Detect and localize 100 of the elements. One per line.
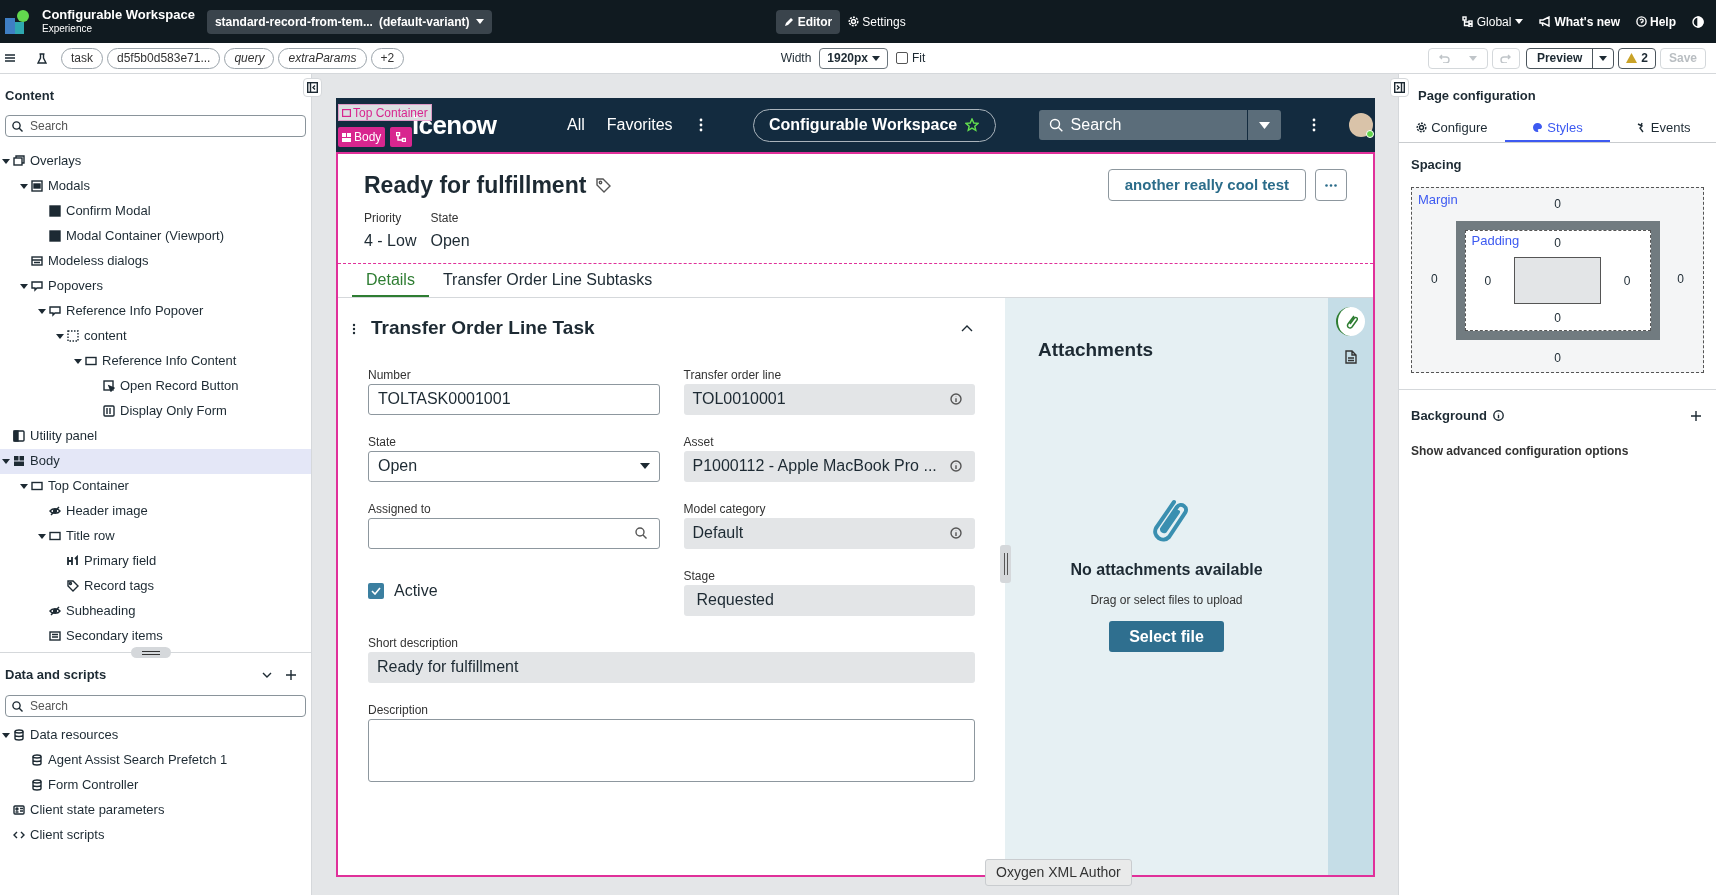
tree-item[interactable]: Record tags [0,573,311,599]
tree-item[interactable]: Top Container [0,473,311,499]
more-actions-button[interactable] [1315,169,1347,201]
padding-value[interactable]: 0 [1484,271,1492,290]
caret-icon [1599,55,1608,61]
tree-item[interactable]: Body [0,448,311,474]
info-icon[interactable] [950,460,962,472]
menu-icon[interactable] [5,54,15,62]
tab[interactable]: Configure [1399,115,1505,142]
tree-item[interactable]: Modeless dialogs [0,248,311,274]
lookup-field[interactable] [368,517,660,549]
tree-item[interactable]: Overlays [0,148,311,174]
search-field[interactable]: Search [5,694,306,717]
settings-button[interactable]: Settings [848,12,906,31]
contrast-icon[interactable] [1692,15,1704,28]
padding-value[interactable]: 0 [1623,271,1631,290]
padding-value[interactable]: 0 [1554,233,1561,252]
margin-value[interactable]: 0 [1554,195,1561,213]
select-file-button[interactable]: Select file [1109,621,1224,652]
attachments-button[interactable] [1336,306,1365,336]
select-field[interactable]: Open [368,450,660,482]
tree-item[interactable]: Open Record Button [0,373,311,399]
search-field[interactable]: Search [5,114,306,137]
tree-item[interactable]: Agent Assist Search Prefetch 1 [0,747,311,773]
solid-tree-icon [49,205,61,217]
tab[interactable]: Transfer Order Line Subtasks [428,264,667,297]
more-icon[interactable] [1311,118,1316,132]
section-title: Background [1411,407,1487,425]
margin-value[interactable]: 0 [1554,349,1561,367]
drag-handle-icon[interactable] [352,322,356,335]
empty-state-hint: Drag or select files to upload [1090,592,1243,609]
tree-item[interactable]: Popovers [0,273,311,299]
tree-item[interactable]: Display Only Form [0,398,311,424]
field-label: Assigned to [368,500,432,515]
params-tree-icon [13,804,25,816]
tag-icon[interactable] [596,177,612,193]
text-field[interactable]: TOLTASK0001001 [368,383,660,415]
caret-down-icon [38,307,46,315]
help-button[interactable]: Help [1636,12,1676,31]
editor-button[interactable]: Editor [775,9,841,34]
container-tree-icon [31,480,43,492]
flask-icon[interactable] [37,52,47,64]
tree-item[interactable]: content [0,323,311,349]
field-label: Short description [368,634,460,649]
add-icon[interactable] [1691,410,1701,421]
collapse-panel-button[interactable] [1390,78,1409,97]
hierarchy-button[interactable] [390,127,412,147]
search-field[interactable]: Search [1038,110,1247,140]
readonly-field: Default [683,517,975,549]
tree-item[interactable]: Primary field [0,548,311,574]
tree-item[interactable]: Data resources [0,722,311,748]
tree-item[interactable]: Confirm Modal [0,198,311,224]
avatar[interactable] [1348,113,1373,137]
padding-label: Padding [1471,231,1520,250]
textarea-field[interactable] [368,718,975,782]
tree-item[interactable]: Reference Info Content [0,348,311,374]
tree-item[interactable]: Modals [0,173,311,199]
scope-selector[interactable]: Global [1461,12,1524,31]
info-icon[interactable] [1492,410,1504,422]
width-select[interactable]: 1920px [819,47,889,69]
document-icon[interactable] [1344,349,1357,364]
layout-icon [342,132,351,142]
tree-item[interactable]: Subheading [0,598,311,624]
more-icon[interactable] [698,118,703,132]
collapse-panel-button[interactable] [303,78,322,97]
chevron-down-icon[interactable] [262,671,272,678]
advanced-options-link[interactable]: Show advanced configuration options [1411,441,1716,460]
tree-item[interactable]: Secondary items [0,623,311,649]
tab[interactable]: Details [352,264,429,297]
action-button[interactable]: another really cool test [1107,169,1306,201]
page-selector[interactable]: standard-record-from-tem... (default-variant) [206,9,492,34]
tab[interactable]: Styles [1504,115,1611,142]
margin-value[interactable]: 0 [1431,270,1438,288]
info-icon[interactable] [950,393,962,405]
tree-item[interactable]: Client state parameters [0,797,311,823]
checkbox[interactable] [368,583,384,599]
nav-link[interactable]: All [567,113,585,137]
hierarchy-icon [396,132,406,142]
tree-item[interactable]: Form Controller [0,772,311,798]
fit-checkbox[interactable] [896,52,909,64]
width-label: Width [780,50,812,67]
tree-item[interactable]: Client scripts [0,822,311,848]
resize-handle[interactable] [1000,544,1011,583]
tree-item[interactable]: Reference Info Popover [0,298,311,324]
chevron-up-icon[interactable] [961,325,973,332]
tree-item[interactable]: Header image [0,498,311,524]
search-scope-button[interactable] [1246,110,1281,140]
margin-value[interactable]: 0 [1677,270,1684,288]
nav-link[interactable]: Favorites [606,113,673,137]
tab[interactable]: Events [1610,115,1716,142]
tree-item[interactable]: Modal Container (Viewport) [0,223,311,249]
tree-item[interactable]: Title row [0,523,311,549]
padding-value[interactable]: 0 [1554,308,1561,327]
tree-item[interactable]: Utility panel [0,423,311,449]
resize-handle[interactable] [131,647,171,658]
component-badge[interactable]: Body [338,127,386,147]
add-icon[interactable] [286,669,296,680]
whats-new-button[interactable]: What's new [1539,12,1620,31]
warnings-button[interactable]: 2 [1618,47,1656,69]
info-icon[interactable] [950,527,962,539]
